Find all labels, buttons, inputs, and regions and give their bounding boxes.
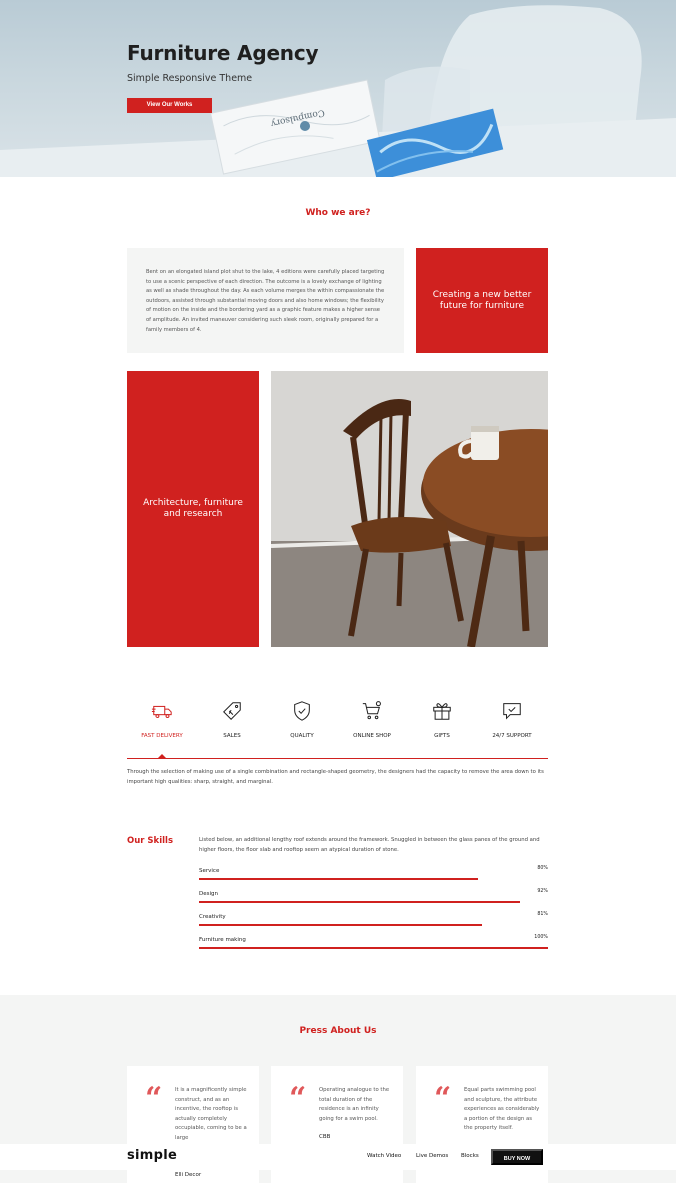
press-title: Press About Us bbox=[299, 1026, 377, 1036]
skill-bar-fill bbox=[199, 924, 482, 926]
skill-name: Service bbox=[199, 868, 220, 874]
tag-icon bbox=[223, 702, 241, 720]
feature-label-support: 24/7 Support bbox=[492, 733, 532, 739]
nav-link-blocks[interactable]: Blocks bbox=[461, 1153, 479, 1159]
feature-support[interactable]: 24/7 Support bbox=[482, 700, 542, 741]
skill-bar-fill bbox=[199, 878, 479, 880]
site-logo[interactable]: simple bbox=[127, 1148, 177, 1163]
skill-furniture-making: Furniture making 100% bbox=[199, 935, 548, 957]
architecture-text: Architecture, furniture and research bbox=[143, 498, 243, 519]
feature-label-sales: Sales bbox=[223, 733, 241, 739]
feature-label-fast-delivery: Fast Delivery bbox=[141, 733, 183, 739]
buy-now-button[interactable]: BUY NOW bbox=[491, 1149, 543, 1165]
feature-label-quality: Quality bbox=[290, 733, 314, 739]
feature-quality[interactable]: Quality bbox=[272, 700, 332, 741]
architecture-box: Architecture, furniture and research bbox=[127, 371, 259, 647]
skill-name: Furniture making bbox=[199, 937, 246, 943]
skill-design: Design 92% bbox=[199, 889, 548, 911]
hero-subtitle: Simple Responsive Theme bbox=[127, 73, 253, 84]
feature-label-online-shop: Online Shop bbox=[353, 733, 391, 739]
hero-image: Compulsory bbox=[0, 5, 676, 177]
truck-icon bbox=[151, 705, 172, 719]
nav-link-live-demos[interactable]: Live Demos bbox=[416, 1153, 448, 1159]
chat-icon bbox=[503, 703, 521, 720]
skill-name: Design bbox=[199, 891, 218, 897]
nav-link-watch-video[interactable]: Watch Video bbox=[367, 1153, 401, 1159]
skill-bar bbox=[199, 947, 548, 949]
skill-percent: 81% bbox=[537, 912, 548, 917]
press-author: CBB bbox=[319, 1134, 331, 1140]
press-quote: Operating analogue to the total duration… bbox=[319, 1087, 390, 1122]
skills-intro: Listed below, an additional lengthy roof… bbox=[199, 837, 540, 853]
cart-icon bbox=[362, 701, 381, 720]
press-quote: Equal parts swimming pool and sculpture,… bbox=[464, 1087, 540, 1131]
skills-title: Our Skills bbox=[127, 836, 174, 846]
quote-icon: “ bbox=[289, 1081, 307, 1116]
skill-percent: 100% bbox=[534, 935, 548, 940]
bottom-navbar: simple Watch Video Live Demos Blocks BUY… bbox=[0, 1144, 676, 1170]
feature-description: Through the selection of making use of a… bbox=[127, 769, 544, 785]
skill-name: Creativity bbox=[199, 914, 226, 920]
gift-icon bbox=[433, 703, 451, 720]
about-text-panel: Bent on an elongated island plot shut to… bbox=[127, 248, 404, 353]
quote-icon: “ bbox=[145, 1081, 163, 1116]
skill-bar-fill bbox=[199, 947, 548, 949]
future-furniture-text: Creating a new better future for furnitu… bbox=[432, 289, 532, 311]
feature-sales[interactable]: Sales bbox=[202, 700, 262, 741]
press-quote: It is a magnificently simple construct, … bbox=[175, 1087, 247, 1141]
skill-percent: 80% bbox=[537, 866, 548, 871]
skill-percent: 92% bbox=[537, 889, 548, 894]
active-tab-indicator bbox=[157, 754, 167, 759]
skill-bar bbox=[199, 901, 548, 903]
about-paragraph: Bent on an elongated island plot shut to… bbox=[146, 269, 385, 333]
press-author: Elli Decor bbox=[175, 1172, 202, 1178]
who-we-are-title: Who we are? bbox=[305, 208, 371, 218]
hero-title: Furniture Agency bbox=[127, 41, 319, 65]
tab-underline bbox=[127, 758, 548, 759]
view-works-button[interactable]: View Our Works bbox=[127, 98, 212, 113]
future-furniture-box: Creating a new better future for furnitu… bbox=[416, 248, 548, 353]
feature-online-shop[interactable]: Online Shop bbox=[342, 700, 402, 741]
skill-bar bbox=[199, 878, 548, 880]
skill-bar bbox=[199, 924, 548, 926]
quote-icon: “ bbox=[434, 1081, 452, 1116]
skill-bar-fill bbox=[199, 901, 521, 903]
hero-section: Compulsory Furniture Agency Simple Respo… bbox=[0, 0, 676, 177]
shield-icon bbox=[294, 701, 310, 721]
feature-gifts[interactable]: Gifts bbox=[412, 700, 472, 741]
feature-fast-delivery[interactable]: Fast Delivery bbox=[132, 700, 192, 741]
feature-label-gifts: Gifts bbox=[434, 733, 450, 739]
chair-table-photo bbox=[271, 371, 548, 647]
skill-creativity: Creativity 81% bbox=[199, 912, 548, 934]
skill-service: Service 80% bbox=[199, 866, 548, 888]
